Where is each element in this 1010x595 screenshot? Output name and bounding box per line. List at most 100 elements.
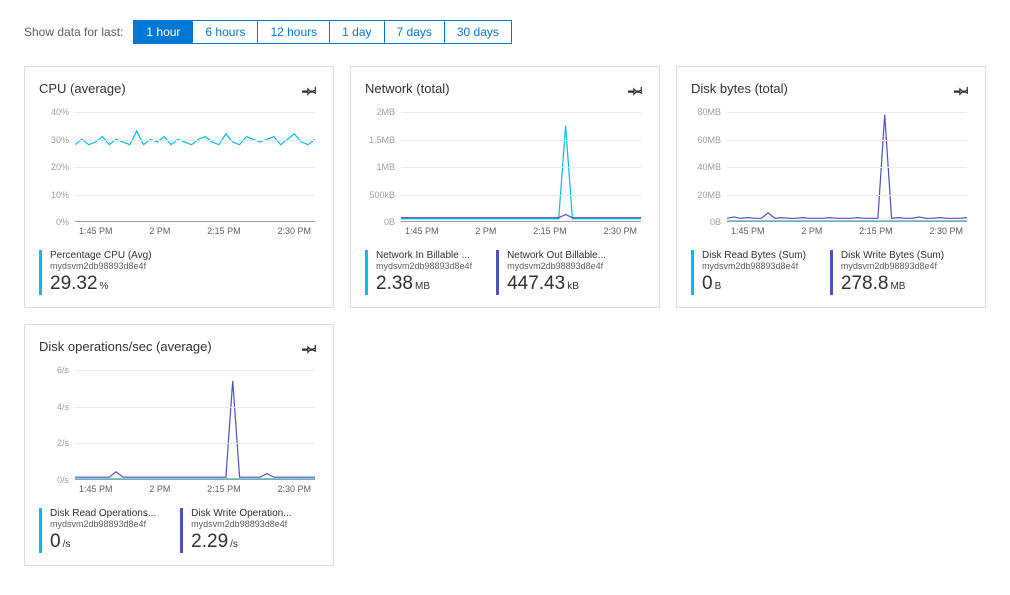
legend-label: Percentage CPU (Avg)	[50, 250, 152, 261]
x-tick-label: 2:15 PM	[207, 226, 241, 236]
legend-item: Disk Read Operations...mydsvm2db98893d8e…	[39, 508, 156, 553]
card-header: Network (total)	[365, 81, 645, 102]
pin-icon[interactable]	[953, 81, 971, 102]
legend-item: Disk Read Bytes (Sum)mydsvm2db98893d8e4f…	[691, 250, 806, 295]
x-tick-label: 2 PM	[149, 484, 170, 494]
chart-svg	[75, 370, 315, 479]
plot-area	[401, 112, 641, 222]
x-tick-label: 2:30 PM	[277, 226, 311, 236]
grid-line	[727, 112, 967, 113]
y-axis-labels: 80MB60MB40MB20MB0B	[691, 112, 725, 222]
x-tick-label: 2:15 PM	[207, 484, 241, 494]
x-tick-label: 1:45 PM	[79, 226, 113, 236]
y-tick-label: 80MB	[697, 107, 721, 117]
grid-line	[75, 407, 315, 408]
card-title: CPU (average)	[39, 81, 126, 96]
y-tick-label: 6/s	[57, 365, 69, 375]
y-tick-label: 0B	[384, 217, 395, 227]
card-header: Disk bytes (total)	[691, 81, 971, 102]
x-axis-labels: 1:45 PM2 PM2:15 PM2:30 PM	[727, 226, 967, 236]
plot-area	[75, 112, 315, 222]
y-tick-label: 40%	[51, 107, 69, 117]
legend-resource: mydsvm2db98893d8e4f	[841, 261, 944, 271]
x-tick-label: 2 PM	[475, 226, 496, 236]
legend-value: 29.32%	[50, 273, 152, 295]
series-line	[75, 131, 315, 145]
metrics-cards-container: CPU (average) 40%30%20%10%0% 1:45 PM 2 PM 2:…	[24, 66, 986, 566]
grid-line	[727, 195, 967, 196]
grid-line	[401, 195, 641, 196]
metric-card-cpu: CPU (average) 40%30%20%10%0% 1:45 PM 2 PM 2:…	[24, 66, 334, 308]
legend-row: Percentage CPU (Avg)mydsvm2db98893d8e4f 2…	[39, 250, 319, 295]
legend-value: 278.8MB	[841, 273, 944, 295]
card-title: Disk bytes (total)	[691, 81, 788, 96]
y-axis-labels: 40%30%20%10%0%	[39, 112, 73, 222]
y-tick-label: 0/s	[57, 475, 69, 485]
legend-resource: mydsvm2db98893d8e4f	[376, 261, 472, 271]
x-axis-labels: 1:45 PM2 PM2:15 PM2:30 PM	[75, 484, 315, 494]
y-tick-label: 20MB	[697, 190, 721, 200]
card-title: Disk operations/sec (average)	[39, 339, 212, 354]
legend-row: Network In Billable ...mydsvm2db98893d8e…	[365, 250, 645, 295]
legend-item: Disk Write Bytes (Sum)mydsvm2db98893d8e4…	[830, 250, 944, 295]
grid-line	[75, 443, 315, 444]
x-axis-labels: 1:45 PM2 PM2:15 PM2:30 PM	[401, 226, 641, 236]
series-line	[401, 214, 641, 217]
legend-value: 0/s	[50, 531, 156, 553]
time-range-label: Show data for last:	[24, 25, 123, 39]
time-range-1-day[interactable]: 1 day	[330, 21, 384, 43]
chart-area: 2MB1.5MB1MB500kB0B1:45 PM2 PM2:15 PM2:30…	[365, 112, 645, 242]
grid-line	[75, 370, 315, 371]
y-tick-label: 40MB	[697, 162, 721, 172]
y-tick-label: 10%	[51, 190, 69, 200]
time-range-7-days[interactable]: 7 days	[385, 21, 445, 43]
grid-line	[75, 112, 315, 113]
x-tick-label: 2:15 PM	[533, 226, 567, 236]
y-tick-label: 1MB	[376, 162, 395, 172]
x-tick-label: 2:30 PM	[929, 226, 963, 236]
time-range-12-hours[interactable]: 12 hours	[258, 21, 330, 43]
pin-icon[interactable]	[627, 81, 645, 102]
legend-value: 447.43kB	[507, 273, 606, 295]
time-range-6-hours[interactable]: 6 hours	[193, 21, 258, 43]
card-header: Disk operations/sec (average)	[39, 339, 319, 360]
legend-item: Disk Write Operation...mydsvm2db98893d8e…	[180, 508, 291, 553]
plot-area	[727, 112, 967, 222]
chart-area: 40%30%20%10%0% 1:45 PM 2 PM 2:15 PM 2:30 PM	[39, 112, 319, 242]
legend-value: 2.29/s	[191, 531, 291, 553]
legend-label: Network In Billable ...	[376, 250, 472, 261]
y-axis-labels: 6/s4/s2/s0/s	[39, 370, 73, 480]
y-tick-label: 2/s	[57, 438, 69, 448]
legend-label: Disk Read Operations...	[50, 508, 156, 519]
grid-line	[75, 167, 315, 168]
legend-resource: mydsvm2db98893d8e4f	[50, 261, 152, 271]
y-tick-label: 0%	[56, 217, 69, 227]
x-tick-label: 2:30 PM	[277, 484, 311, 494]
legend-resource: mydsvm2db98893d8e4f	[702, 261, 806, 271]
metric-card-diskops: Disk operations/sec (average) 6/s4/s2/s0/…	[24, 324, 334, 566]
legend-label: Disk Write Operation...	[191, 508, 291, 519]
pin-icon[interactable]	[301, 81, 319, 102]
legend-value: 2.38MB	[376, 273, 472, 295]
plot-area	[75, 370, 315, 480]
time-range-1-hour[interactable]: 1 hour	[134, 21, 193, 43]
y-axis-labels: 2MB1.5MB1MB500kB0B	[365, 112, 399, 222]
time-range-30-days[interactable]: 30 days	[445, 21, 511, 43]
metric-card-diskbytes: Disk bytes (total)80MB60MB40MB20MB0B1:45…	[676, 66, 986, 308]
legend-value: 0B	[702, 273, 806, 295]
legend-label: Disk Read Bytes (Sum)	[702, 250, 806, 261]
x-tick-label: 2:30 PM	[603, 226, 637, 236]
legend-resource: mydsvm2db98893d8e4f	[50, 519, 156, 529]
series-line	[75, 381, 315, 477]
x-tick-label: 2 PM	[801, 226, 822, 236]
legend-resource: mydsvm2db98893d8e4f	[191, 519, 291, 529]
grid-line	[727, 140, 967, 141]
y-tick-label: 500kB	[369, 190, 395, 200]
x-tick-label: 1:45 PM	[731, 226, 765, 236]
grid-line	[727, 167, 967, 168]
grid-line	[401, 167, 641, 168]
x-tick-label: 2 PM	[149, 226, 170, 236]
card-title: Network (total)	[365, 81, 450, 96]
pin-icon[interactable]	[301, 339, 319, 360]
chart-area: 6/s4/s2/s0/s1:45 PM2 PM2:15 PM2:30 PM	[39, 370, 319, 500]
